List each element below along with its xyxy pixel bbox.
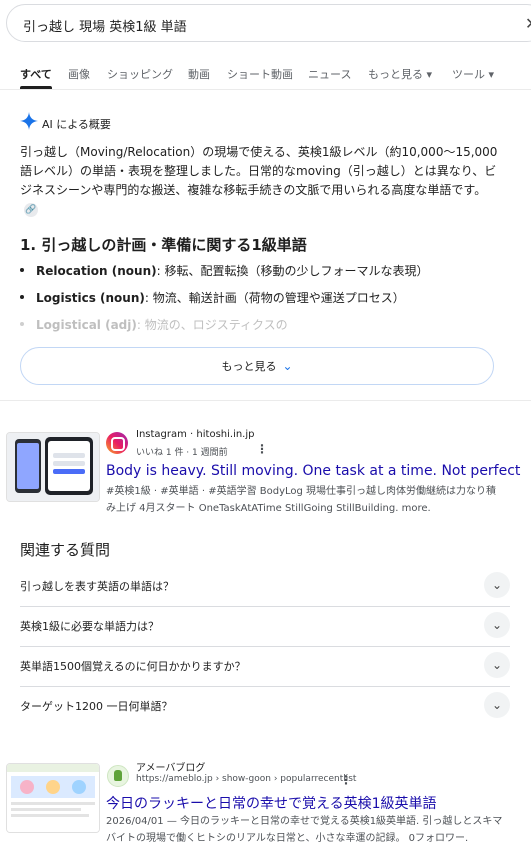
- list-item: Logistical (adj): 物流の、ロジスティクスの: [20, 316, 500, 343]
- term: Relocation (noun): [36, 264, 157, 278]
- chevron-down-icon[interactable]: ⌄: [484, 572, 510, 598]
- ai-overview-label: AI による概要: [42, 118, 111, 131]
- result-title-link[interactable]: Body is heavy. Still moving. One task at…: [106, 463, 520, 479]
- tab-all[interactable]: すべて: [20, 66, 52, 82]
- list-item: Logistics (noun): 物流、輸送計画（荷物の管理や運送プロセス）: [20, 289, 500, 316]
- related-questions-heading: 関連する質問: [20, 541, 111, 559]
- result-meta: いいね 1 件 · 1 週間前: [136, 448, 228, 458]
- blog-preview-image: [7, 764, 99, 832]
- ai-overview-heading: 1. 引っ越しの計画・準備に関する1級単語: [20, 236, 307, 254]
- sparkle-icon: [20, 112, 38, 130]
- question-text: ターゲット1200 一日何単語？: [20, 700, 173, 713]
- term: Logistics (noun): [36, 291, 145, 305]
- result-site[interactable]: Instagram · hitoshi.in.jp: [136, 429, 255, 440]
- section-divider: [0, 400, 531, 401]
- tab-shopping[interactable]: ショッピング: [107, 66, 173, 82]
- result-snippet: #英検1級 · #英単語 · #英語学習 BodyLog 現場仕事引っ越し肉体労…: [106, 486, 497, 514]
- result-thumbnail[interactable]: [6, 763, 100, 833]
- tab-images[interactable]: 画像: [68, 66, 90, 82]
- list-item: Relocation (noun): 移転、配置転換（移動の少しフォーマルな表現…: [20, 262, 500, 289]
- term: Logistical (adj): [36, 318, 137, 332]
- result-snippet: 2026/04/01 — 今日のラッキーと日常の幸せで覚える英検1級英単語. 引…: [106, 816, 503, 844]
- tab-tools[interactable]: ツール ▾: [452, 66, 494, 82]
- tab-more[interactable]: もっと見る ▾: [368, 66, 432, 82]
- tabs-divider: [0, 89, 531, 90]
- chevron-down-icon[interactable]: ⌄: [484, 692, 510, 718]
- show-more-button[interactable]: もっと見る ⌄: [20, 347, 494, 385]
- search-bar[interactable]: 引っ越し 現場 英検1級 単語 ✕: [6, 4, 531, 42]
- phone-mockup-image: [7, 433, 99, 501]
- term-desc: : 物流、輸送計画（荷物の管理や運送プロセス）: [144, 291, 405, 305]
- tab-short-videos[interactable]: ショート動画: [227, 66, 293, 82]
- chevron-down-icon: ⌄: [282, 359, 293, 373]
- more-options-icon[interactable]: ⋮: [340, 773, 352, 787]
- term-desc: : 物流の、ロジスティクスの: [136, 318, 288, 332]
- result-site[interactable]: アメーバブログ: [136, 759, 205, 774]
- link-icon[interactable]: 🔗: [24, 202, 38, 217]
- search-input[interactable]: 引っ越し 現場 英検1級 単語: [23, 16, 187, 35]
- related-question[interactable]: 英検1級に必要な単語力は？ ⌄: [20, 606, 510, 647]
- chevron-down-icon[interactable]: ⌄: [484, 652, 510, 678]
- question-text: 英検1級に必要な単語力は？: [20, 620, 159, 633]
- related-question[interactable]: 引っ越しを表す英語の単語は？ ⌄: [20, 566, 510, 607]
- related-question[interactable]: ターゲット1200 一日何単語？ ⌄: [20, 686, 510, 726]
- ai-overview-list: Relocation (noun): 移転、配置転換（移動の少しフォーマルな表現…: [20, 262, 500, 343]
- result-meta: https://ameblo.jp › show-goon › popularr…: [136, 774, 357, 784]
- more-options-icon[interactable]: ⋮: [256, 442, 268, 456]
- related-question[interactable]: 英単語1500個覚えるのに何日かかりますか？ ⌄: [20, 646, 510, 687]
- question-text: 英単語1500個覚えるのに何日かかりますか？: [20, 660, 246, 673]
- question-text: 引っ越しを表す英語の単語は？: [20, 580, 174, 593]
- ai-overview-text: 引っ越し（Moving/Relocation）の現場で使える、英検1級レベル（約…: [20, 145, 498, 197]
- close-icon[interactable]: ✕: [525, 14, 531, 33]
- result-thumbnail[interactable]: [6, 432, 100, 502]
- tab-news[interactable]: ニュース: [308, 66, 351, 82]
- term-desc: : 移転、配置転換（移動の少しフォーマルな表現）: [156, 264, 429, 278]
- tab-videos[interactable]: 動画: [188, 66, 210, 82]
- search-tabs: すべて 画像 ショッピング 動画 ショート動画 ニュース もっと見る ▾ ツール…: [0, 64, 531, 88]
- result-title-link[interactable]: 今日のラッキーと日常の幸せで覚える英検1級英単語: [106, 793, 437, 813]
- chevron-down-icon[interactable]: ⌄: [484, 612, 510, 638]
- bullet-icon: [20, 295, 24, 299]
- bullet-icon: [20, 268, 24, 272]
- ameba-icon: [107, 765, 129, 787]
- show-more-label: もっと見る: [221, 360, 277, 373]
- bullet-icon: [20, 322, 24, 326]
- instagram-icon: [106, 432, 128, 454]
- ai-overview-body: 引っ越し（Moving/Relocation）の現場で使える、英検1級レベル（約…: [20, 143, 500, 219]
